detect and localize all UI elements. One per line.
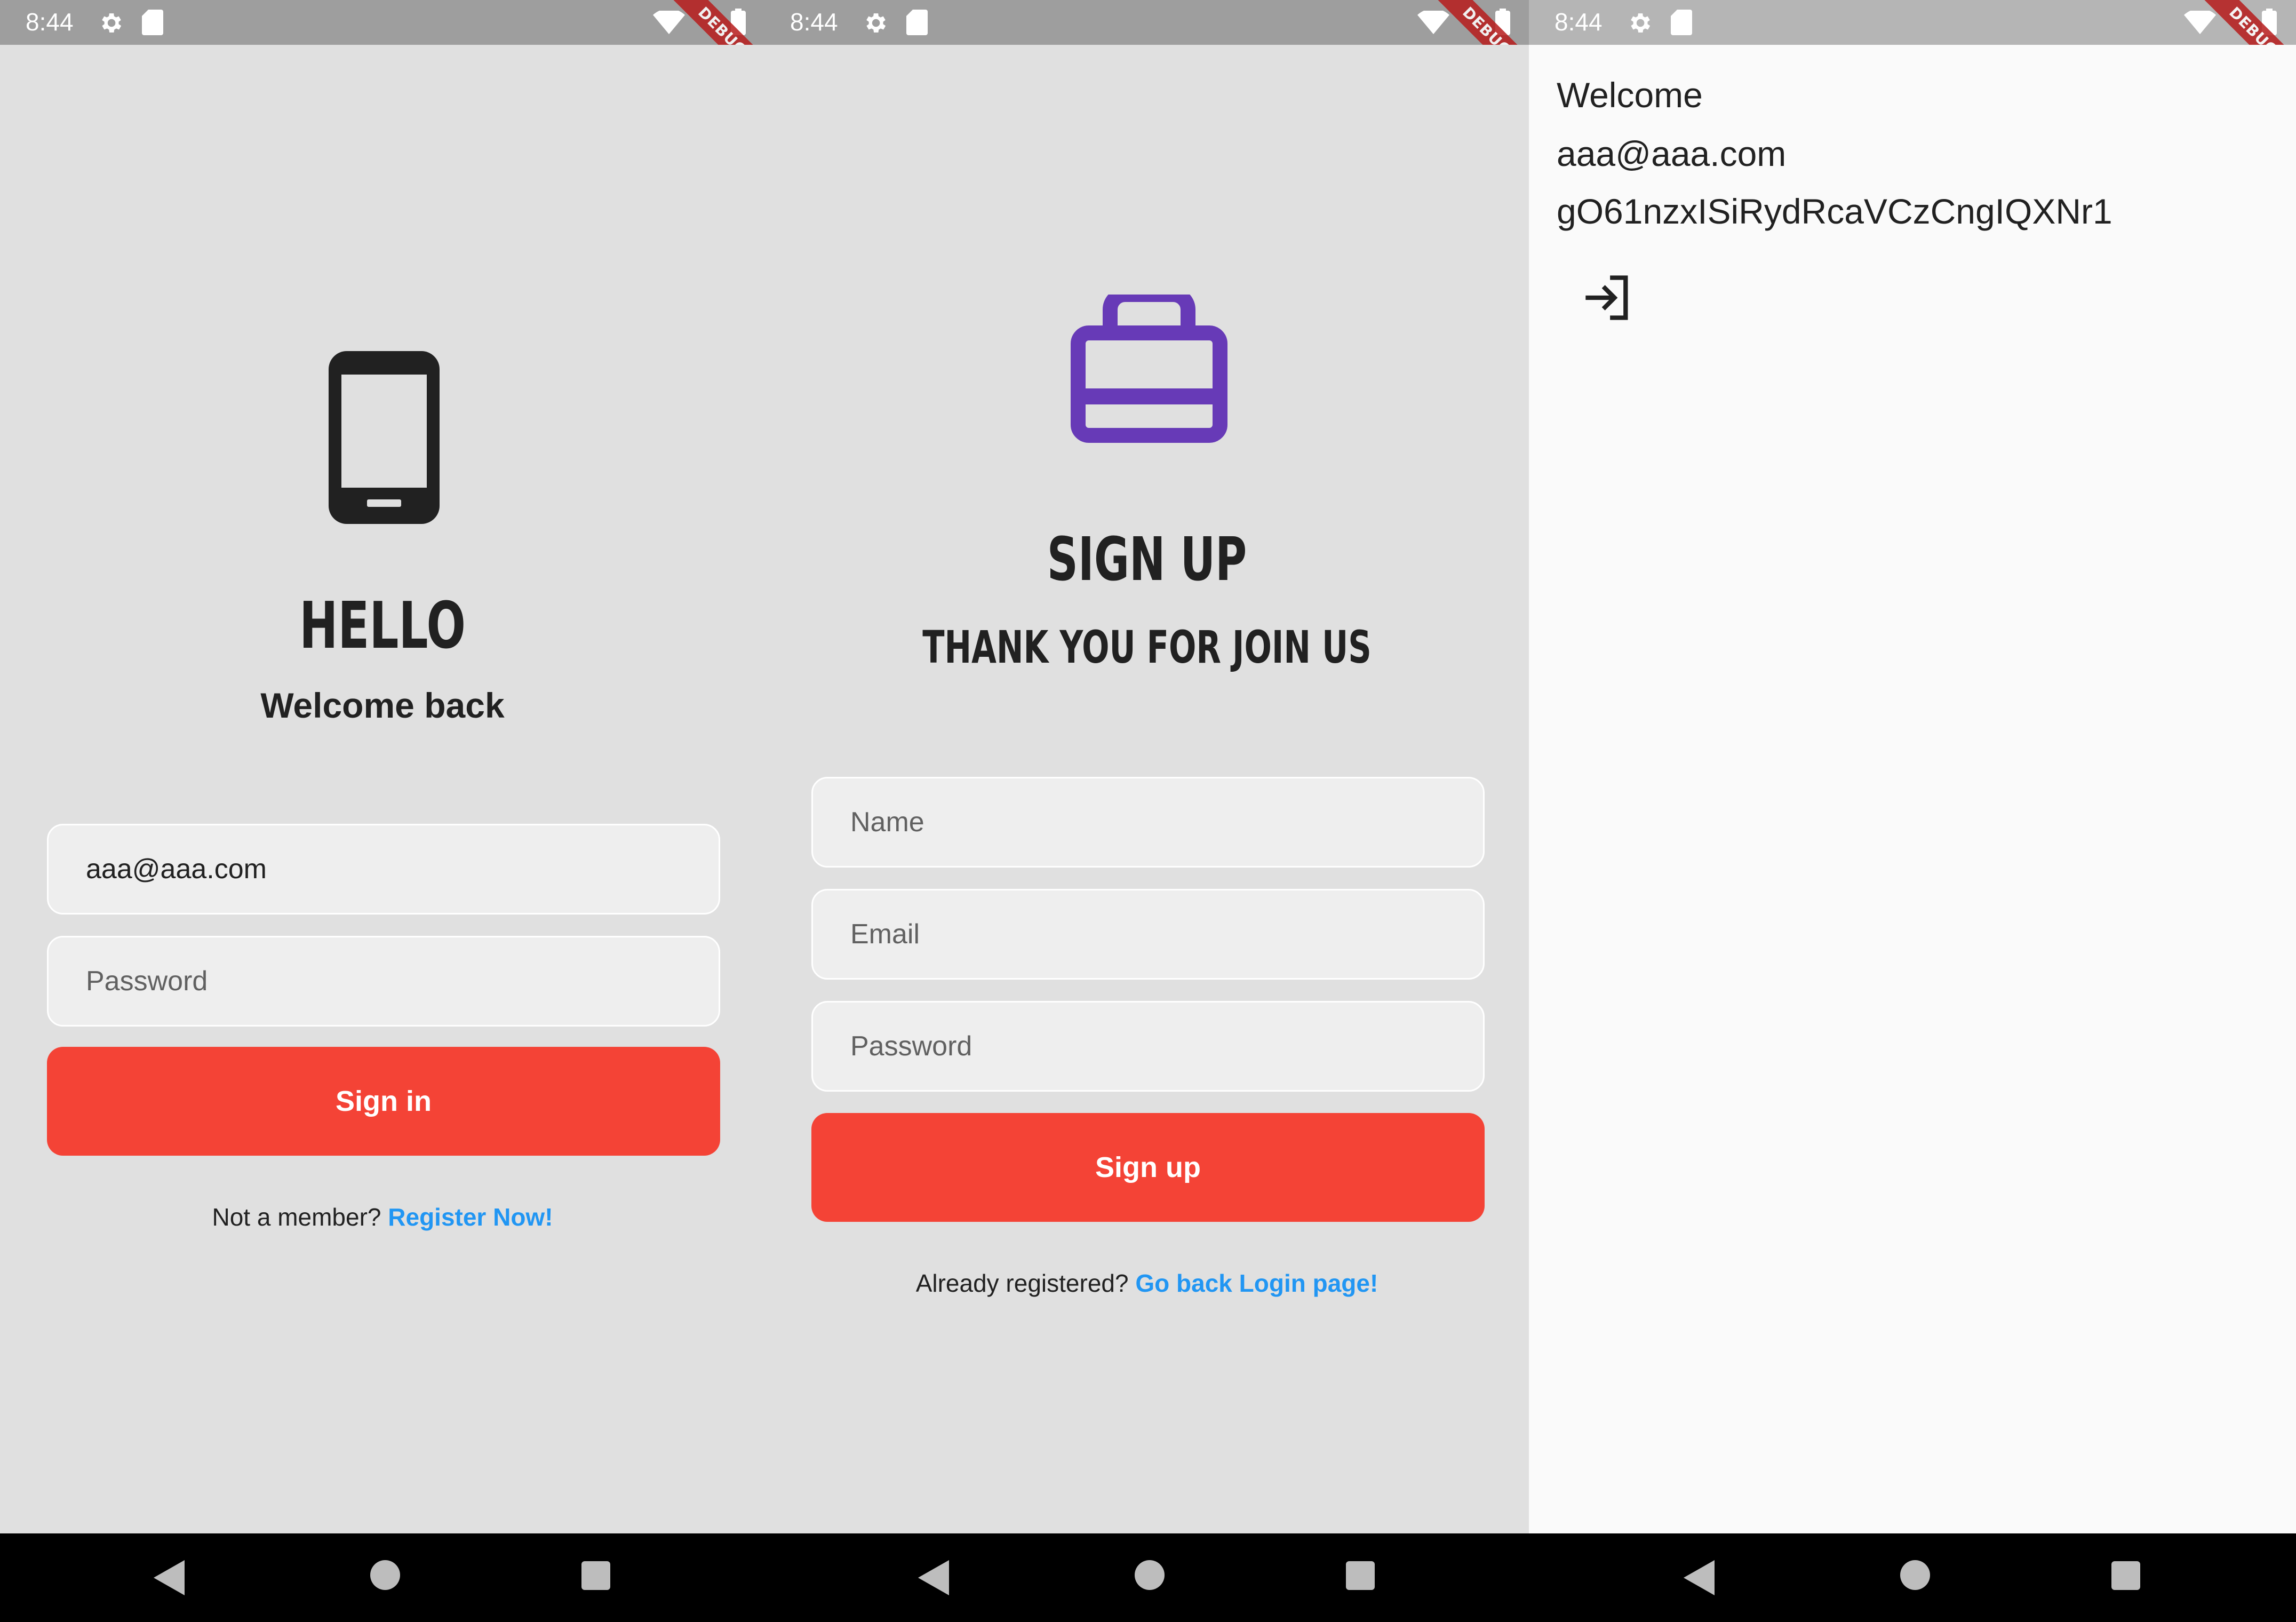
recent-apps-icon[interactable] [1346, 1561, 1375, 1590]
recent-apps-icon[interactable] [581, 1561, 610, 1590]
nav-bar [1529, 1533, 2296, 1622]
status-time: 8:44 [26, 8, 74, 36]
signin-button[interactable]: Sign in [47, 1047, 720, 1156]
status-bar: 8:44 [0, 0, 765, 45]
user-email: aaa@aaa.com [1557, 134, 1787, 173]
wifi-icon [1417, 11, 1449, 34]
login-screen: 8:44 DEBUG HELLO Welcome back aaa@aaa.co… [0, 0, 765, 1622]
battery-icon [1495, 9, 1510, 35]
nav-bar [0, 1533, 765, 1622]
home-screen: 8:44 DEBUG Welcome aaa@aaa.com gO61nzxIS… [1529, 0, 2296, 1622]
battery-icon [731, 9, 746, 35]
user-uid: gO61nzxISiRydRcaVCzCngIQXNr1 [1557, 192, 2112, 231]
register-now-link[interactable]: Register Now! [388, 1203, 553, 1231]
settings-icon [866, 13, 886, 33]
signup-footer-prompt: Already registered? [915, 1269, 1129, 1297]
sd-card-icon [142, 10, 163, 35]
go-back-login-link[interactable]: Go back Login page! [1135, 1269, 1378, 1297]
back-icon[interactable] [154, 1560, 185, 1595]
status-bar: 8:44 [1529, 0, 2296, 45]
signup-screen: 8:44 DEBUG SIGN UP THANK YOU FOR JOIN US… [764, 0, 1529, 1622]
briefcase-icon [1071, 295, 1227, 443]
sd-card-icon [906, 10, 928, 35]
settings-icon [1631, 13, 1651, 33]
wifi-icon [2184, 11, 2216, 34]
login-content: HELLO Welcome back aaa@aaa.com Password … [0, 45, 765, 1533]
home-icon[interactable] [370, 1560, 400, 1590]
password-field[interactable]: Password [811, 1001, 1485, 1092]
nav-bar [764, 1533, 1529, 1622]
status-bar: 8:44 [764, 0, 1529, 45]
signup-title: SIGN UP [1047, 525, 1247, 594]
back-icon[interactable] [918, 1560, 949, 1595]
login-footer-prompt: Not a member? [212, 1203, 381, 1231]
password-field[interactable]: Password [47, 936, 720, 1027]
home-icon[interactable] [1135, 1560, 1165, 1590]
sd-card-icon [1671, 10, 1692, 35]
name-field[interactable]: Name [811, 777, 1485, 868]
login-subtitle: Welcome back [260, 686, 505, 725]
signup-content: SIGN UP THANK YOU FOR JOIN US Name Email… [764, 45, 1529, 1533]
battery-icon [2262, 9, 2277, 35]
email-field[interactable]: Email [811, 889, 1485, 980]
recent-apps-icon[interactable] [2111, 1561, 2140, 1590]
email-field[interactable]: aaa@aaa.com [47, 824, 720, 915]
signup-button[interactable]: Sign up [811, 1113, 1485, 1222]
signup-footer: Already registered? Go back Login page! [764, 1269, 1529, 1298]
signup-subtitle: THANK YOU FOR JOIN US [922, 621, 1372, 673]
back-icon[interactable] [1684, 1560, 1715, 1595]
phone-icon [329, 351, 440, 524]
status-time: 8:44 [790, 8, 838, 36]
settings-icon [102, 13, 122, 33]
wifi-icon [653, 11, 685, 34]
welcome-text: Welcome [1557, 75, 1703, 115]
home-icon[interactable] [1900, 1560, 1930, 1590]
login-footer: Not a member? Register Now! [0, 1203, 765, 1231]
status-time: 8:44 [1554, 8, 1603, 36]
logout-icon[interactable] [1581, 271, 1635, 324]
login-title: HELLO [299, 589, 466, 663]
home-content: Welcome aaa@aaa.com gO61nzxISiRydRcaVCzC… [1529, 45, 2296, 1533]
